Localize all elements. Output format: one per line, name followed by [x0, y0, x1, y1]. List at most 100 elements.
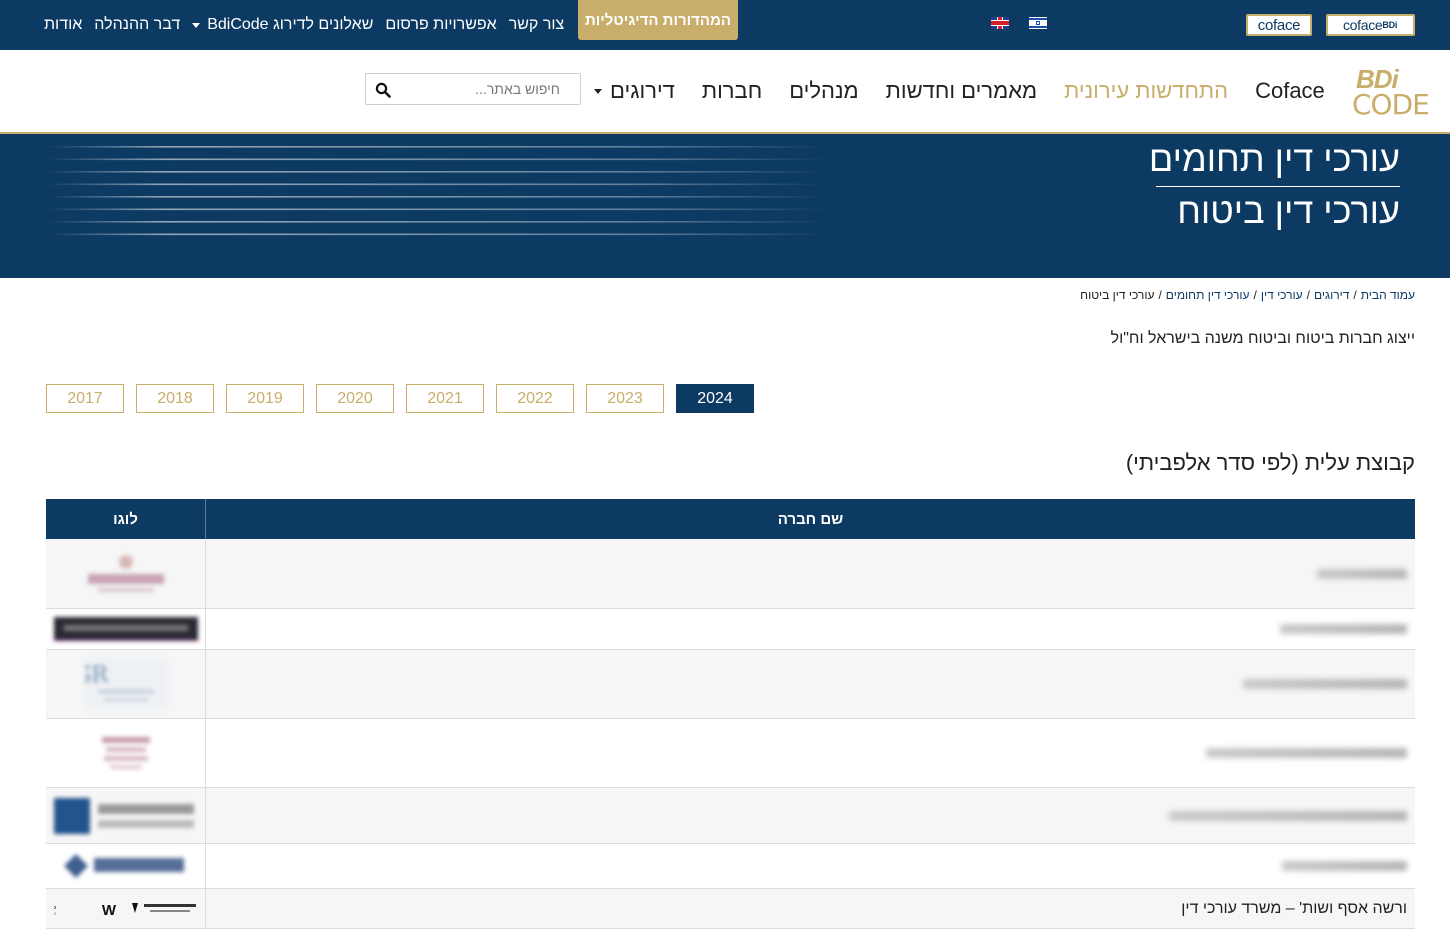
company-logo[interactable] — [46, 844, 205, 888]
svg-text:L A W O F F I C E S: L A W O F F I C E S — [54, 912, 57, 916]
hero-line — [48, 146, 828, 148]
hero-line — [48, 221, 828, 223]
nav-item-0[interactable]: דירוגים — [594, 78, 675, 104]
coface-logo-text: coface — [1257, 16, 1301, 34]
top-link-0[interactable]: אודות — [44, 16, 82, 34]
coface-bdi-logo-text: coface — [1342, 17, 1383, 33]
year-tab-2021[interactable]: 2021 — [406, 384, 484, 413]
english-flag-icon[interactable] — [991, 17, 1009, 29]
company-name-cell[interactable]: ████████ ██████ — [205, 719, 1415, 787]
year-tab-2022[interactable]: 2022 — [496, 384, 574, 413]
chevron-down-icon — [594, 88, 602, 94]
page-title: עורכי דין תחומים — [1148, 138, 1400, 179]
breadcrumb-link[interactable]: עמוד הבית — [1361, 288, 1415, 302]
year-tabs: 2017 2018 2019 2020 2021 2022 2023 2024 — [46, 384, 754, 413]
nav-item-label: דירוגים — [610, 78, 675, 103]
company-name-cell[interactable]: ████████ ██████ — [205, 539, 1415, 608]
main-nav: BDi CODE דירוגים חברות מנהלים מאמרים וחדשות… — [0, 50, 1450, 134]
breadcrumb-link[interactable]: עורכי דין תחומים — [1166, 288, 1250, 302]
table-header: שם חברה לוגו — [46, 499, 1415, 539]
logo-line-2: CODE — [1352, 88, 1430, 121]
table-row: ████████ ██████ — [46, 788, 1415, 844]
top-link-1[interactable]: דבר ההנהלה — [94, 16, 180, 34]
coface-logo[interactable]: coface — [1246, 14, 1312, 36]
israel-flag-icon[interactable] — [1029, 17, 1047, 29]
hero-line — [48, 196, 828, 198]
intro-text: ייצוג חברות ביטוח וביטוח משנה בישראל וח"… — [1110, 330, 1415, 347]
hero-line — [48, 208, 828, 211]
hero-separator — [1156, 186, 1400, 187]
top-link-label: שאלונים לדירוג BdiCode — [207, 16, 374, 33]
company-name-cell[interactable]: ████████ ██████ — [205, 650, 1415, 718]
company-name-cell[interactable]: ████████ ██████ — [205, 844, 1415, 888]
breadcrumb-separator: / — [1353, 288, 1357, 302]
hero-line — [48, 158, 828, 161]
company-name-blurred: ████████ ██████ — [1243, 679, 1407, 689]
year-tab-2018[interactable]: 2018 — [136, 384, 214, 413]
hero-banner: עורכי דין תחומים עורכי דין ביטוח — [0, 134, 1450, 278]
top-link-label: אפשרויות פרסום — [385, 16, 497, 33]
year-tab-2023[interactable]: 2023 — [586, 384, 664, 413]
search-icon[interactable] — [375, 82, 391, 98]
company-logo[interactable] — [46, 609, 205, 649]
top-link-label: אודות — [44, 16, 83, 33]
top-link-label: דבר ההנהלה — [94, 16, 181, 33]
hero-line — [48, 233, 828, 236]
year-tab-2020[interactable]: 2020 — [316, 384, 394, 413]
header-company-name: שם חברה — [205, 499, 1415, 539]
nav-item-label: Coface — [1255, 78, 1325, 103]
company-name[interactable]: ורשה אסף ושות' – משרד עורכי דין — [1181, 900, 1407, 918]
rankings-table: שם חברה לוגו ████████ ██████████████ ███… — [46, 499, 1415, 929]
company-logo[interactable] — [46, 719, 205, 787]
table-row: ████████ ██████ — [46, 539, 1415, 609]
company-name-cell[interactable]: ████████ ██████ — [205, 788, 1415, 843]
nav-item-label: חברות — [701, 78, 763, 103]
year-tab-2024[interactable]: 2024 — [676, 384, 754, 413]
top-link-3[interactable]: אפשרויות פרסום — [385, 16, 496, 34]
nav-item-label: מאמרים וחדשות — [885, 78, 1038, 103]
search-box[interactable] — [365, 73, 581, 105]
table-body: ████████ ██████████████ ██████████████ █… — [46, 539, 1415, 929]
top-link-2[interactable]: שאלונים לדירוג BdiCode — [192, 16, 373, 34]
breadcrumb-separator: / — [1158, 288, 1162, 302]
svg-text:GR: GR — [84, 663, 109, 688]
company-logo[interactable] — [46, 788, 205, 843]
company-name-blurred: ████████ ██████ — [1206, 748, 1407, 758]
breadcrumb-link[interactable]: עורכי דין — [1261, 288, 1303, 302]
nav-item-5[interactable]: Coface — [1255, 78, 1325, 104]
top-bar: אודות דבר ההנהלה שאלונים לדירוג BdiCode אפש… — [0, 0, 1450, 50]
chevron-down-icon — [192, 22, 201, 28]
nav-item-label: התחדשות עירונית — [1064, 78, 1229, 103]
nav-item-2[interactable]: מנהלים — [789, 78, 858, 104]
search-input[interactable] — [398, 74, 578, 104]
hero-line — [48, 183, 828, 186]
hero-line — [48, 171, 828, 173]
main-menu: דירוגים חברות מנהלים מאמרים וחדשות התחדשות ע… — [594, 50, 1325, 132]
company-name-blurred: ████████ ██████ — [1280, 624, 1407, 634]
table-row: ████████ ██████ — [46, 844, 1415, 889]
breadcrumb-link[interactable]: דירוגים — [1314, 288, 1349, 302]
company-name-cell[interactable]: ורשה אסף ושות' – משרד עורכי דין — [205, 889, 1415, 928]
breadcrumb-separator: / — [1306, 288, 1310, 302]
coface-bdi-suffix: BDi — [1382, 20, 1398, 30]
top-nav: אודות דבר ההנהלה שאלונים לדירוג BdiCode אפש… — [44, 0, 564, 50]
year-tab-2017[interactable]: 2017 — [46, 384, 124, 413]
company-logo[interactable] — [46, 539, 205, 608]
company-name-cell[interactable]: ████████ ██████ — [205, 609, 1415, 649]
bdicode-logo[interactable]: BDi CODE — [1352, 64, 1430, 121]
section-title: קבוצת עלית (לפי סדר אלפביתי) — [1125, 450, 1415, 475]
nav-item-4[interactable]: התחדשות עירונית — [1064, 78, 1228, 104]
company-logo[interactable]: GR — [46, 650, 205, 718]
nav-item-label: מנהלים — [789, 78, 859, 103]
digital-editions-button[interactable]: המהדורות הדיגיטליות — [578, 0, 738, 40]
nav-item-3[interactable]: מאמרים וחדשות — [886, 78, 1037, 104]
breadcrumb: עמוד הבית / דירוגים / עורכי דין / עורכי דין תח… — [1080, 288, 1415, 302]
table-row: ורשה אסף ושות' – משרד עורכי דין WARSHA AS… — [46, 889, 1415, 929]
nav-item-1[interactable]: חברות — [702, 78, 762, 104]
year-tab-2019[interactable]: 2019 — [226, 384, 304, 413]
coface-bdi-logo[interactable]: coface BDi — [1326, 14, 1415, 36]
company-name-blurred: ████████ ██████ — [1282, 861, 1407, 871]
table-row: ████████ ██████ GR — [46, 650, 1415, 719]
company-logo[interactable]: WARSHA ASAF & Co.L A W O F F I C E S W — [46, 889, 205, 928]
top-link-4[interactable]: צור קשר — [509, 16, 565, 34]
